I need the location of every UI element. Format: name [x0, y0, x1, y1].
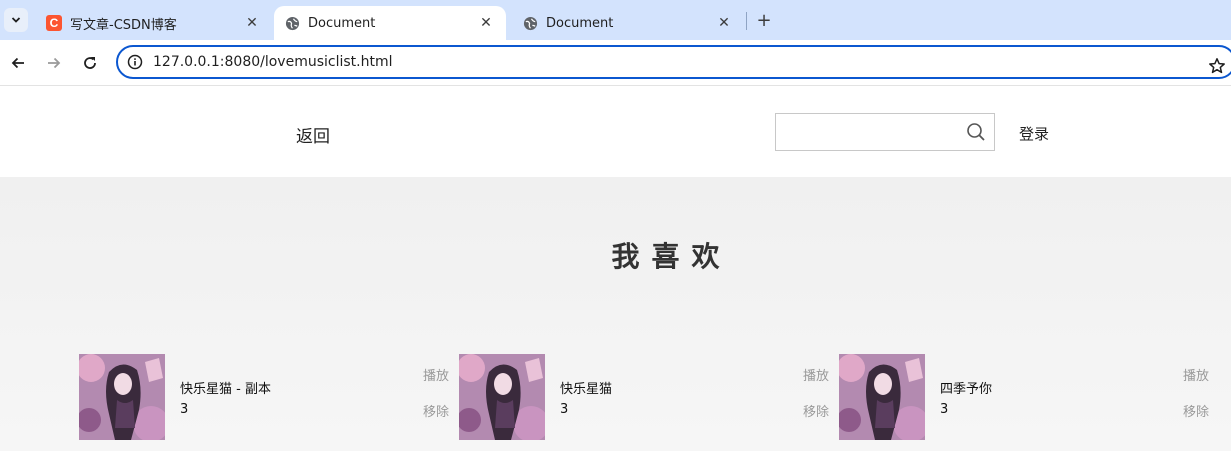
plus-icon: +: [756, 9, 772, 31]
content-area: 我喜欢 快乐星猫 - 副本 3 播放 移除 快乐星猫 3 播放 移除 四季予你 …: [0, 177, 1231, 451]
search-input[interactable]: [775, 113, 995, 151]
tab-search-button[interactable]: [4, 8, 28, 32]
remove-button[interactable]: 移除: [1183, 401, 1209, 420]
close-tab-icon[interactable]: ✕: [242, 13, 262, 33]
tab-document[interactable]: Document ✕: [512, 6, 744, 40]
arrow-left-icon: [11, 57, 24, 69]
album-cover: [79, 354, 165, 440]
song-item: 快乐星猫 3 播放 移除: [459, 354, 829, 440]
address-bar[interactable]: 127.0.0.1:8080/lovemusiclist.html: [116, 45, 1231, 79]
bookmark-star-icon[interactable]: [1207, 56, 1227, 76]
page-header: 返回 登录: [0, 87, 1231, 177]
back-link[interactable]: 返回: [296, 122, 330, 147]
globe-icon: [522, 15, 538, 31]
song-count: 3: [560, 402, 569, 417]
play-button[interactable]: 播放: [1183, 365, 1209, 384]
tab-csdn[interactable]: C 写文章-CSDN博客 ✕: [36, 6, 272, 40]
globe-icon: [284, 15, 300, 31]
remove-button[interactable]: 移除: [803, 401, 829, 420]
song-name: 快乐星猫: [560, 382, 613, 397]
back-button[interactable]: [6, 51, 30, 75]
album-cover: [839, 354, 925, 440]
tab-title: Document: [546, 15, 614, 31]
album-cover: [459, 354, 545, 440]
close-tab-icon[interactable]: ✕: [714, 13, 734, 33]
song-count: 3: [940, 402, 949, 417]
tab-divider: [746, 12, 747, 30]
remove-button[interactable]: 移除: [423, 401, 449, 420]
song-item: 快乐星猫 - 副本 3 播放 移除: [79, 354, 449, 440]
play-button[interactable]: 播放: [803, 365, 829, 384]
login-link[interactable]: 登录: [1019, 123, 1049, 144]
forward-button[interactable]: [42, 51, 66, 75]
song-name: 四季予你: [940, 382, 993, 397]
song-count: 3: [180, 402, 189, 417]
tab-title: Document: [308, 15, 376, 31]
web-page: 返回 登录 我喜欢 快乐星猫 - 副本 3 播放 移除 快乐星猫 3 播放 移除…: [0, 87, 1231, 451]
new-tab-button[interactable]: +: [754, 9, 774, 31]
reload-button[interactable]: [78, 51, 102, 75]
url-text[interactable]: 127.0.0.1:8080/lovemusiclist.html: [153, 54, 393, 70]
play-button[interactable]: 播放: [423, 365, 449, 384]
tab-document-active[interactable]: Document ✕: [274, 6, 506, 40]
chevron-down-icon: [11, 17, 21, 23]
browser-toolbar: 127.0.0.1:8080/lovemusiclist.html: [0, 40, 1231, 86]
arrow-right-icon: [48, 57, 61, 69]
song-name: 快乐星猫 - 副本: [180, 382, 271, 397]
reload-icon: [84, 57, 96, 69]
info-icon[interactable]: [126, 53, 144, 71]
tab-strip: C 写文章-CSDN博客 ✕ Document ✕ Document ✕ +: [0, 0, 1231, 40]
close-tab-icon[interactable]: ✕: [476, 13, 496, 33]
tab-title: 写文章-CSDN博客: [70, 17, 177, 33]
csdn-favicon: C: [46, 15, 62, 31]
page-title: 我喜欢: [611, 240, 732, 273]
song-item: 四季予你 3 播放 移除: [839, 354, 1209, 440]
search-icon[interactable]: [966, 122, 986, 142]
